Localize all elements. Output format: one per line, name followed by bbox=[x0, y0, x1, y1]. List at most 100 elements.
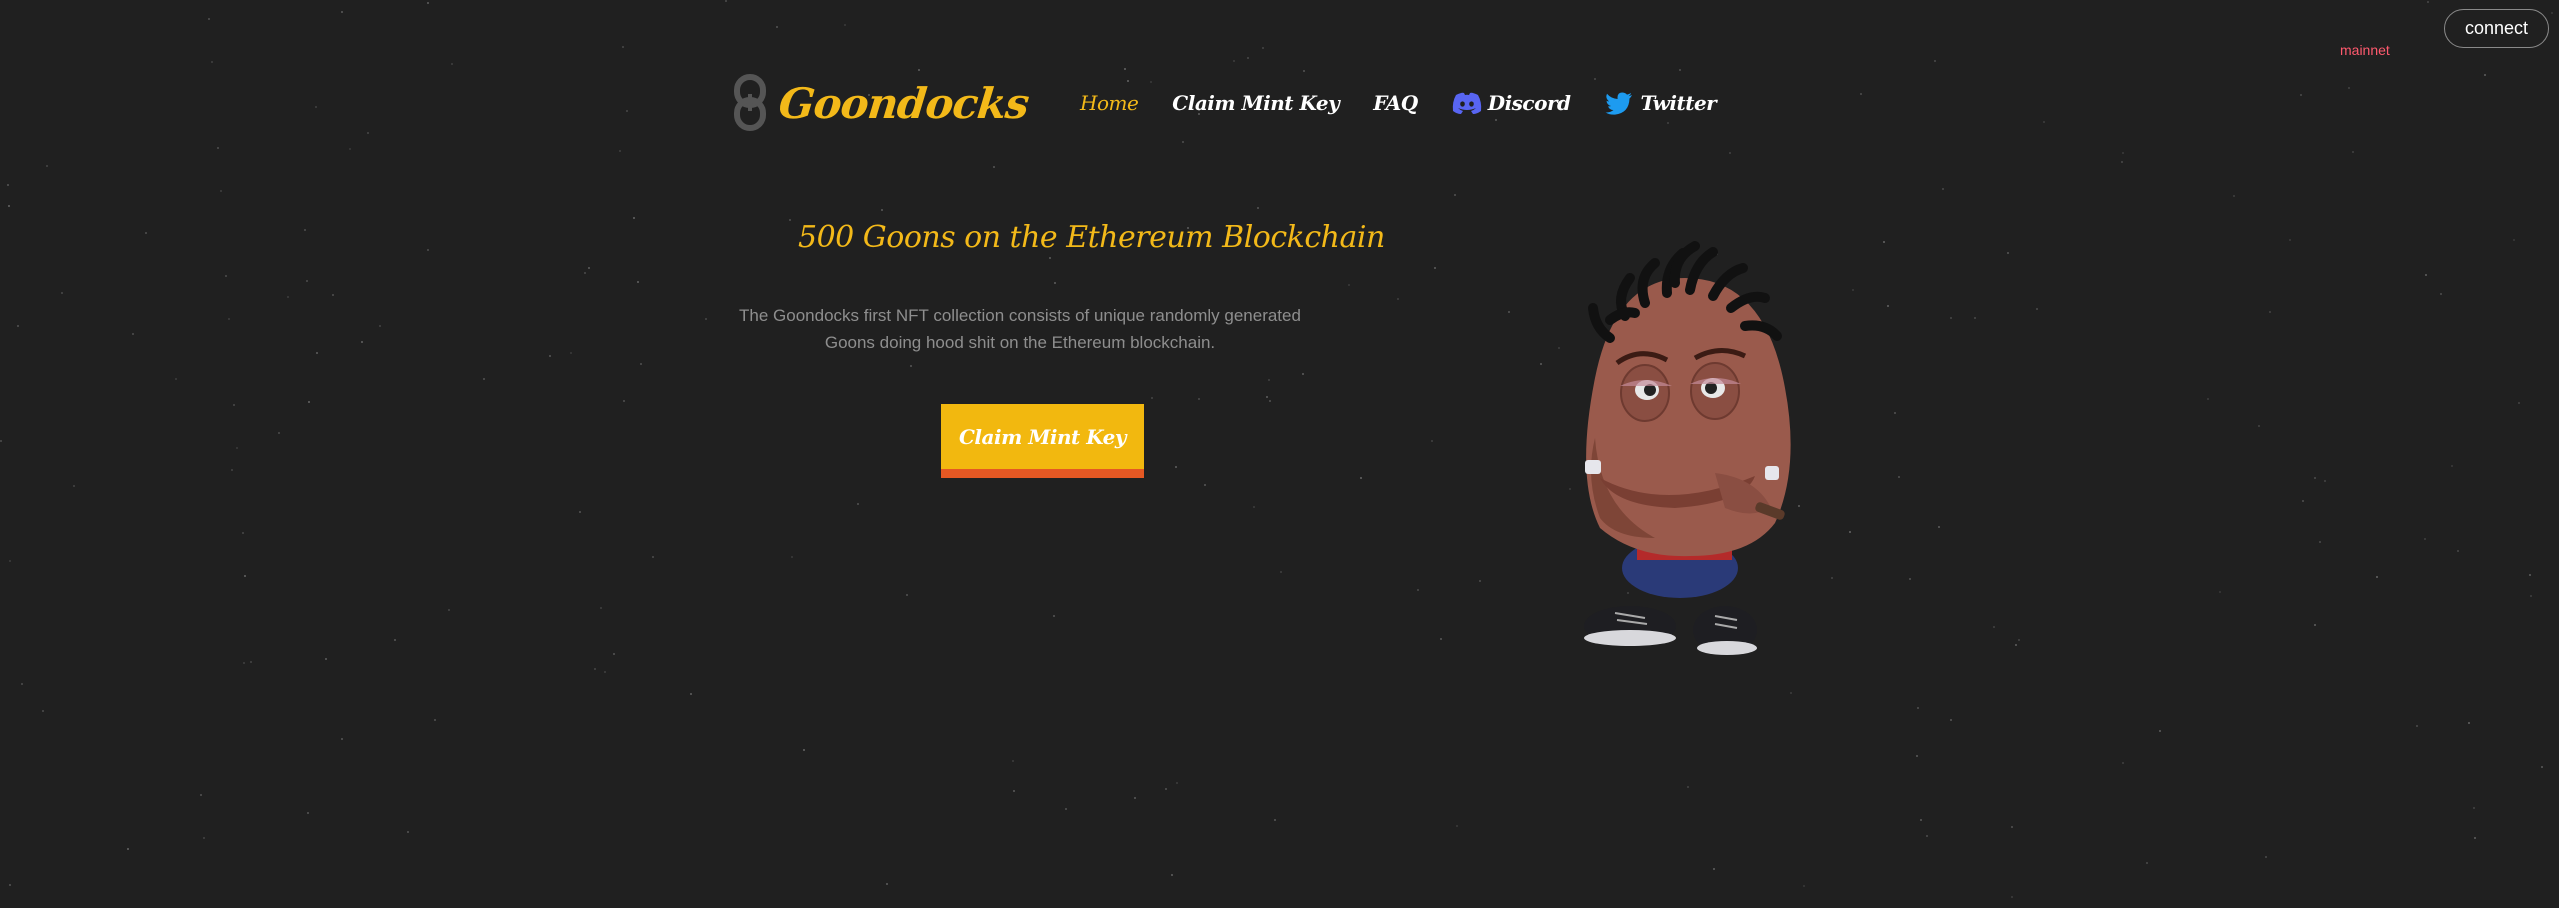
star-dot bbox=[2265, 856, 2267, 858]
main-nav: Home Claim Mint Key FAQ Discord Twitter bbox=[1080, 91, 1750, 115]
hero-description: The Goondocks first NFT collection consi… bbox=[739, 306, 1301, 352]
star-dot bbox=[1262, 47, 1264, 49]
star-dot bbox=[427, 249, 429, 251]
star-dot bbox=[918, 69, 920, 71]
claim-mint-key-button[interactable]: Claim Mint Key bbox=[941, 404, 1144, 478]
star-dot bbox=[200, 794, 202, 796]
star-dot bbox=[2018, 639, 2020, 641]
star-dot bbox=[1302, 373, 1304, 375]
star-dot bbox=[1253, 506, 1255, 508]
star-dot bbox=[1917, 707, 1919, 709]
star-dot bbox=[1198, 398, 1200, 400]
star-dot bbox=[803, 749, 805, 751]
star-dot bbox=[881, 209, 883, 211]
star-dot bbox=[2468, 722, 2470, 724]
star-dot bbox=[2518, 402, 2520, 404]
star-dot bbox=[1012, 760, 1014, 762]
star-dot bbox=[2551, 12, 2553, 14]
star-dot bbox=[2300, 94, 2302, 96]
star-dot bbox=[2324, 480, 2326, 482]
star-dot bbox=[451, 63, 453, 65]
star-dot bbox=[1151, 397, 1153, 399]
star-dot bbox=[1257, 207, 1259, 209]
star-dot bbox=[361, 341, 363, 343]
star-dot bbox=[250, 661, 252, 663]
nav-discord-label: Discord bbox=[1487, 91, 1571, 115]
star-dot bbox=[73, 485, 75, 487]
star-dot bbox=[604, 671, 606, 673]
star-dot bbox=[306, 280, 308, 282]
star-dot bbox=[21, 683, 23, 685]
star-dot bbox=[1431, 440, 1433, 442]
star-dot bbox=[175, 378, 177, 380]
star-dot bbox=[844, 24, 846, 26]
star-dot bbox=[1894, 412, 1896, 414]
star-dot bbox=[2474, 837, 2476, 839]
star-dot bbox=[2484, 74, 2486, 76]
star-dot bbox=[1883, 241, 1885, 243]
star-dot bbox=[341, 11, 343, 13]
network-label: mainnet bbox=[2340, 42, 2390, 58]
star-dot bbox=[217, 147, 219, 149]
nav-home-label: Home bbox=[1080, 91, 1139, 115]
star-dot bbox=[1204, 484, 1206, 486]
star-dot bbox=[2258, 425, 2260, 427]
nav-claim-mint-key[interactable]: Claim Mint Key bbox=[1172, 91, 1339, 115]
star-dot bbox=[776, 26, 778, 28]
star-dot bbox=[1687, 786, 1689, 788]
star-dot bbox=[1934, 60, 1936, 62]
goon-character-image bbox=[1584, 241, 1791, 655]
nav-faq[interactable]: FAQ bbox=[1373, 91, 1418, 115]
connect-wallet-button[interactable]: connect bbox=[2443, 9, 2549, 48]
star-dot bbox=[906, 594, 908, 596]
nav-twitter[interactable]: Twitter bbox=[1604, 91, 1717, 115]
star-dot bbox=[619, 150, 621, 152]
star-dot bbox=[208, 18, 210, 20]
star-dot bbox=[220, 190, 222, 192]
star-dot bbox=[304, 229, 306, 231]
nav-home[interactable]: Home bbox=[1080, 91, 1139, 115]
nav-claim-mint-key-label: Claim Mint Key bbox=[1172, 91, 1340, 115]
star-dot bbox=[2352, 151, 2354, 153]
star-dot bbox=[1013, 790, 1015, 792]
star-dot bbox=[244, 575, 246, 577]
star-dot bbox=[145, 232, 147, 234]
star-dot bbox=[789, 219, 791, 221]
star-dot bbox=[1942, 188, 1944, 190]
star-dot bbox=[2529, 574, 2531, 576]
star-dot bbox=[1938, 526, 1940, 528]
star-dot bbox=[1360, 477, 1362, 479]
star-dot bbox=[1434, 267, 1436, 269]
star-dot bbox=[2319, 541, 2321, 543]
star-dot bbox=[1065, 808, 1067, 810]
star-dot bbox=[2451, 465, 2453, 467]
star-dot bbox=[600, 607, 602, 609]
star-dot bbox=[394, 639, 396, 641]
star-dot bbox=[0, 440, 2, 442]
star-dot bbox=[622, 46, 624, 48]
star-dot bbox=[1852, 289, 1854, 291]
star-dot bbox=[1053, 615, 1055, 617]
star-dot bbox=[367, 132, 369, 134]
nav-discord[interactable]: Discord bbox=[1452, 91, 1571, 115]
star-dot bbox=[2159, 730, 2161, 732]
star-dot bbox=[407, 831, 409, 833]
star-dot bbox=[287, 296, 289, 298]
star-dot bbox=[8, 205, 10, 207]
star-dot bbox=[1054, 282, 1056, 284]
star-dot bbox=[1508, 311, 1510, 313]
star-dot bbox=[2121, 161, 2123, 163]
star-dot bbox=[2416, 725, 2418, 727]
star-dot bbox=[1916, 755, 1918, 757]
star-dot bbox=[1860, 93, 1862, 95]
star-dot bbox=[2425, 274, 2427, 276]
star-dot bbox=[9, 884, 11, 886]
star-dot bbox=[2513, 239, 2515, 241]
brand-logo[interactable]: Goondocks bbox=[733, 74, 1031, 132]
star-dot bbox=[1713, 868, 1715, 870]
star-dot bbox=[2011, 826, 2013, 828]
star-dot bbox=[61, 292, 63, 294]
star-dot bbox=[233, 404, 235, 406]
star-dot bbox=[2122, 762, 2124, 764]
star-dot bbox=[1127, 80, 1129, 82]
